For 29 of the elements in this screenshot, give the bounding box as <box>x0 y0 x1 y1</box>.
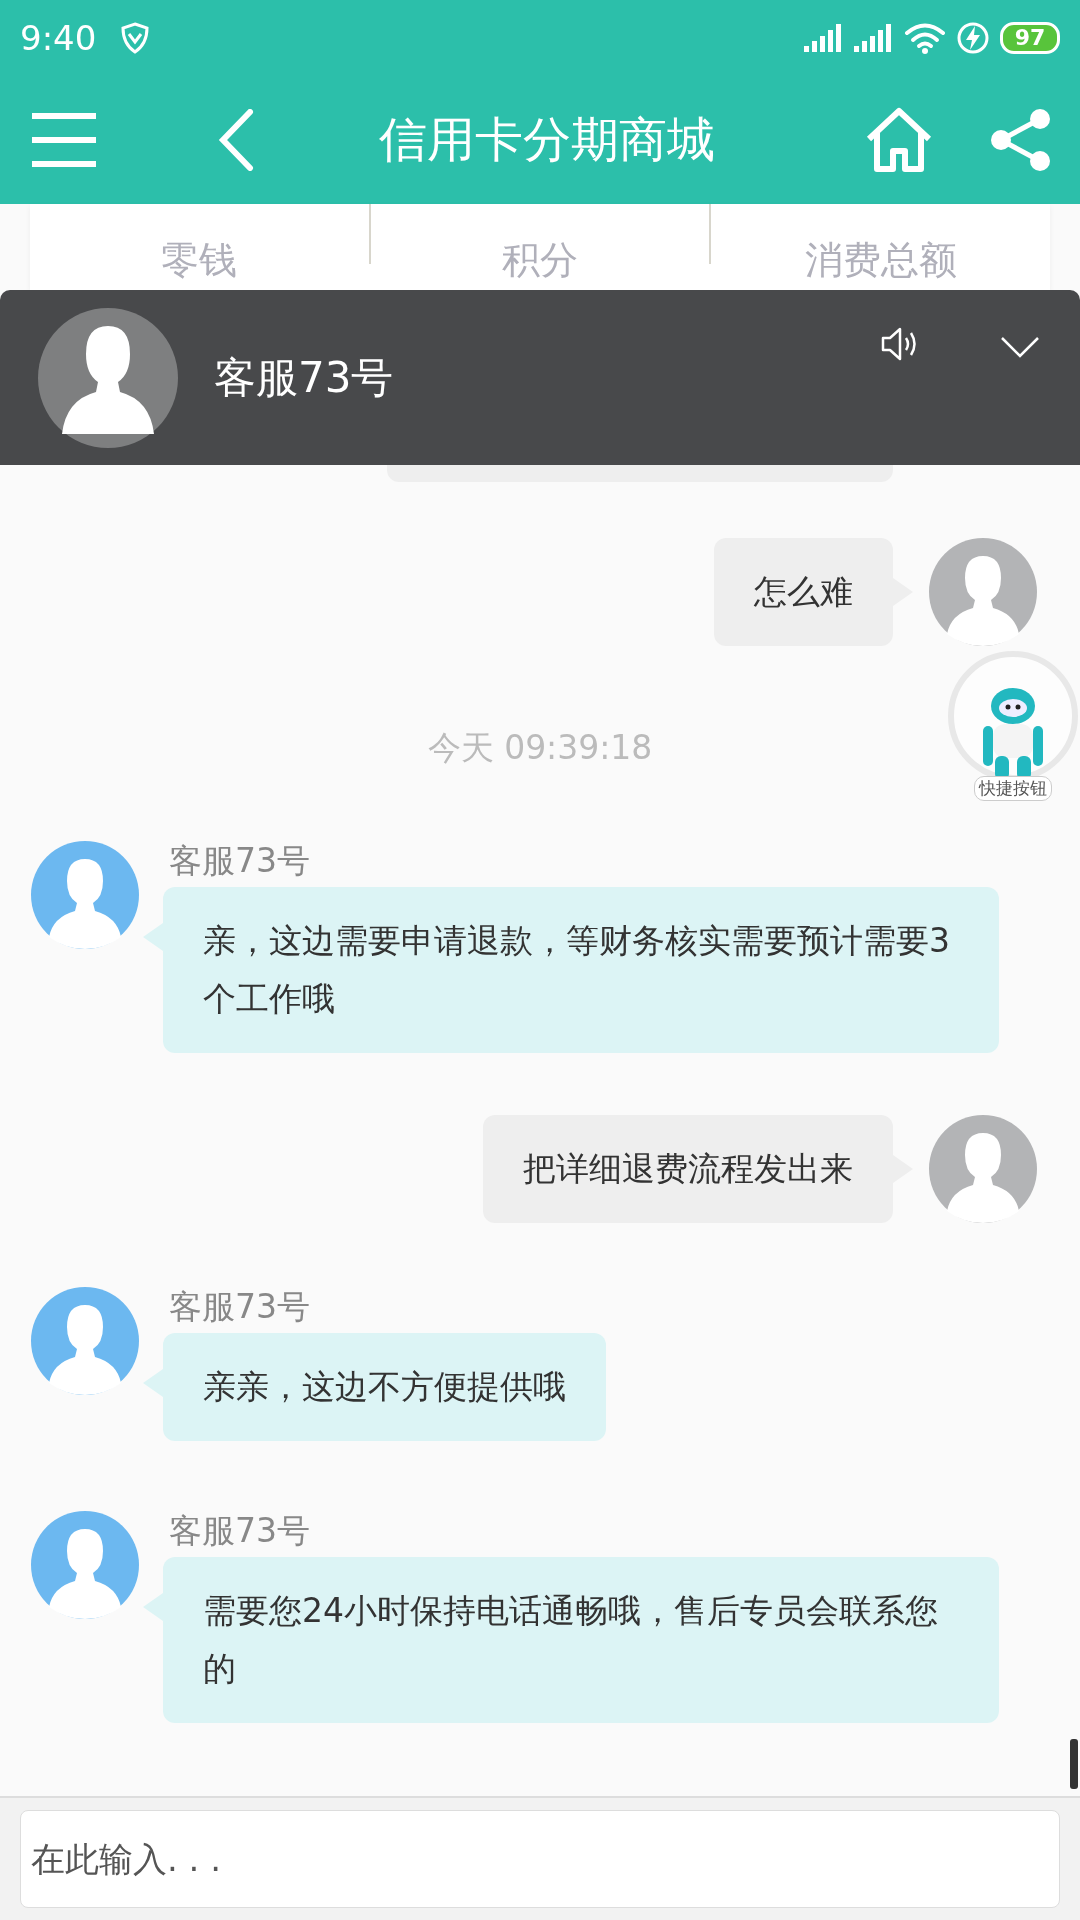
stat-label[interactable]: 消费总额 <box>711 235 1050 290</box>
sent-message: 把详细退费流程发出来 <box>483 1115 893 1223</box>
signal-icon <box>804 23 844 52</box>
received-message: 亲，这边需要申请退款，等财务核实需要预计需要3个工作哦 <box>163 887 999 1053</box>
received-message: 亲亲，这边不方便提供哦 <box>163 1333 606 1441</box>
shield-icon <box>120 21 151 54</box>
sender-name: 客服73号 <box>169 1287 310 1327</box>
quick-button-label: 快捷按钮 <box>974 776 1052 801</box>
agent-name: 客服73号 <box>214 351 394 404</box>
menu-icon[interactable] <box>30 111 98 168</box>
chevron-down-icon[interactable] <box>1000 336 1040 358</box>
signal-icon <box>854 23 894 52</box>
home-icon[interactable] <box>864 106 934 173</box>
stat-label[interactable]: 零钱 <box>30 235 369 290</box>
sent-message: 怎么难 <box>714 538 893 646</box>
sender-name: 客服73号 <box>169 841 310 881</box>
received-message: 需要您24小时保持电话通畅哦，售后专员会联系您的 <box>163 1557 999 1723</box>
status-time: 9:40 <box>20 17 97 58</box>
stat-label[interactable]: 积分 <box>370 235 710 290</box>
page-title: 信用卡分期商城 <box>378 109 716 169</box>
message-input-field[interactable]: 在此输入. . . <box>20 1810 1060 1908</box>
battery-indicator: 97 <box>1000 21 1060 54</box>
wifi-icon <box>904 21 946 54</box>
back-icon[interactable] <box>218 108 254 171</box>
sender-name: 客服73号 <box>169 1511 310 1551</box>
timestamp: 今天 09:39:18 <box>427 727 653 769</box>
scrollbar-thumb <box>1070 1739 1078 1789</box>
share-icon[interactable] <box>990 107 1052 172</box>
charging-icon <box>956 20 990 55</box>
